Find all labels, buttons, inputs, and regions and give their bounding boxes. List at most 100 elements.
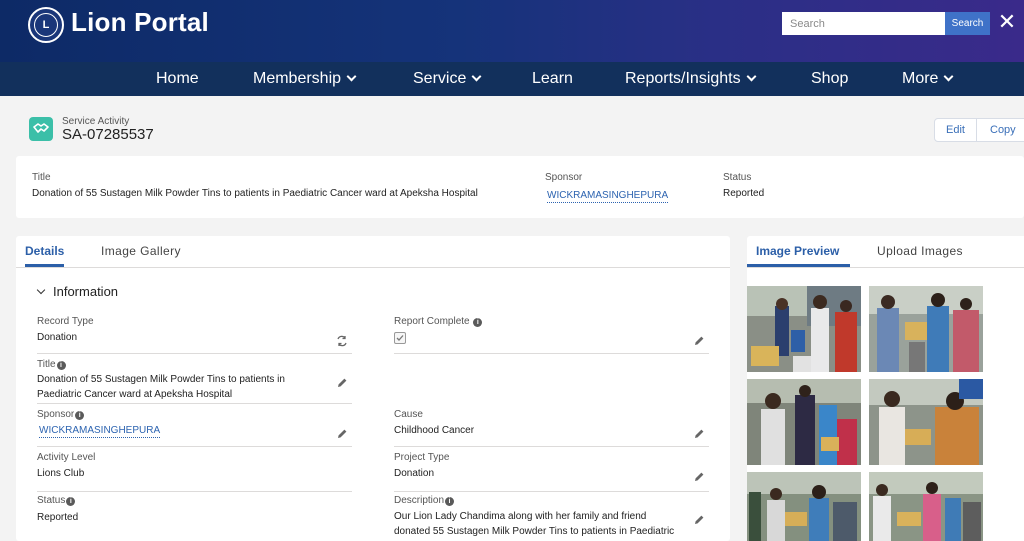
field-sponsor: Sponsor i WICKRAMASINGHEPURA [37,409,352,447]
field-label: Cause [394,409,423,420]
copy-button[interactable]: Copy [976,118,1024,142]
tab-upload-images[interactable]: Upload Images [877,236,963,267]
change-record-type-icon[interactable] [336,335,348,347]
nav-more[interactable]: More [902,62,954,96]
main-nav: Home Membership Service Learn Reports/In… [0,62,1024,96]
nav-shop[interactable]: Shop [811,62,848,96]
highlight-title-value: Donation of 55 Sustagen Milk Powder Tins… [32,188,478,199]
field-value: Reported [37,512,79,523]
info-icon[interactable]: i [473,318,483,327]
nav-reports-insights[interactable]: Reports/Insights [625,62,757,96]
brand-title[interactable]: Lion Portal [71,7,209,38]
field-label-text: Sponsor [37,409,75,420]
field-status: Status i Reported [37,495,352,535]
edit-pencil-icon[interactable] [693,514,705,526]
chevron-down-icon [36,285,46,295]
record-header: Service Activity SA-07285537 Edit Copy [16,108,1024,152]
sponsor-link[interactable]: WICKRAMASINGHEPURA [39,424,161,439]
field-label: Report Complete i [394,316,483,327]
info-icon[interactable]: i [445,497,455,506]
tab-image-gallery[interactable]: Image Gallery [101,236,181,267]
field-label: Title i [37,359,66,370]
tab-image-preview[interactable]: Image Preview [747,236,850,267]
field-value-line-1: Donation of 55 Sustagen Milk Powder Tins… [37,374,285,385]
field-label: Sponsor i [37,409,85,420]
top-header: L Lion Portal Search ✕ [0,0,1024,62]
nav-service[interactable]: Service [413,62,482,96]
field-value-line-2: Paediatric Cancer ward at Apeksha Hospit… [37,388,233,400]
field-description: Description i Our Lion Lady Chandima alon… [394,495,709,541]
chevron-down-icon [471,71,482,82]
highlight-status-value: Reported [723,188,765,199]
handshake-icon [29,117,53,141]
info-icon[interactable]: i [56,361,66,370]
edit-pencil-icon[interactable] [693,471,705,483]
gallery-photo-4[interactable] [869,379,983,465]
section-title: Information [53,284,119,299]
sponsor-link-text[interactable]: WICKRAMASINGHEPURA [547,190,669,203]
field-label: Description i [394,495,455,506]
tab-details[interactable]: Details [25,236,65,267]
info-icon[interactable]: i [66,497,76,506]
field-label: Project Type [394,452,450,463]
field-divider [37,491,352,492]
image-card: Image Preview Upload Images [747,236,1024,541]
nav-home[interactable]: Home [156,62,199,96]
field-divider [394,446,709,447]
chevron-down-icon [746,71,757,82]
edit-pencil-icon[interactable] [336,428,348,440]
field-value-line-2: donated 55 Sustagen Milk Powder Tins to … [394,525,675,537]
field-title: Title i Donation of 55 Sustagen Milk Powd… [37,359,352,404]
nav-label: More [902,70,939,87]
field-label: Activity Level [37,452,96,463]
field-activity-level: Activity Level Lions Club [37,452,352,492]
nav-label: Learn [532,70,573,87]
field-value: Donation [394,468,435,479]
field-report-complete: Report Complete i [394,316,709,354]
sponsor-link-text[interactable]: WICKRAMASINGHEPURA [39,425,161,438]
edit-pencil-icon[interactable] [693,428,705,440]
chevron-down-icon [944,71,954,82]
tab-divider [16,267,730,268]
field-divider [37,446,352,447]
field-project-type: Project Type Donation [394,452,709,492]
field-label-text: Title [37,359,56,370]
section-information-toggle[interactable]: Information [36,284,118,302]
report-complete-checkbox [394,332,406,344]
search-input[interactable] [782,12,945,35]
gallery-photo-5[interactable] [747,472,861,541]
field-label-text: Description [394,495,445,506]
field-value: Donation [37,332,78,343]
chevron-down-icon [346,71,357,82]
field-cause: Cause Childhood Cancer [394,409,709,447]
edit-pencil-icon[interactable] [336,377,348,389]
highlights-panel: Title Donation of 55 Sustagen Milk Powde… [16,156,1024,218]
gallery-photo-1[interactable] [747,286,861,372]
edit-pencil-icon[interactable] [693,335,705,347]
field-record-type: Record Type Donation [37,316,352,354]
search-button[interactable]: Search [945,12,990,35]
field-label-text: Report Complete [394,316,470,327]
field-divider [394,353,709,354]
close-icon[interactable]: ✕ [996,10,1018,34]
info-icon[interactable]: i [75,411,85,420]
highlight-title-label: Title [32,172,51,183]
gallery-photo-6[interactable] [869,472,983,541]
field-value: Lions Club [37,468,85,479]
nav-label: Membership [253,70,342,87]
field-label-text: Status [37,495,66,506]
gallery-photo-3[interactable] [747,379,861,465]
highlight-sponsor-link[interactable]: WICKRAMASINGHEPURA [547,190,669,203]
nav-learn[interactable]: Learn [532,62,573,96]
nav-label: Service [413,70,467,87]
gallery-photo-2[interactable] [869,286,983,372]
field-divider [394,491,709,492]
field-divider [37,403,352,404]
field-label: Record Type [37,316,94,327]
record-name: SA-07285537 [62,126,154,143]
nav-label: Shop [811,70,849,87]
field-divider [37,353,352,354]
lions-logo-icon[interactable]: L [28,7,64,43]
edit-button[interactable]: Edit [934,118,977,142]
nav-membership[interactable]: Membership [253,62,357,96]
